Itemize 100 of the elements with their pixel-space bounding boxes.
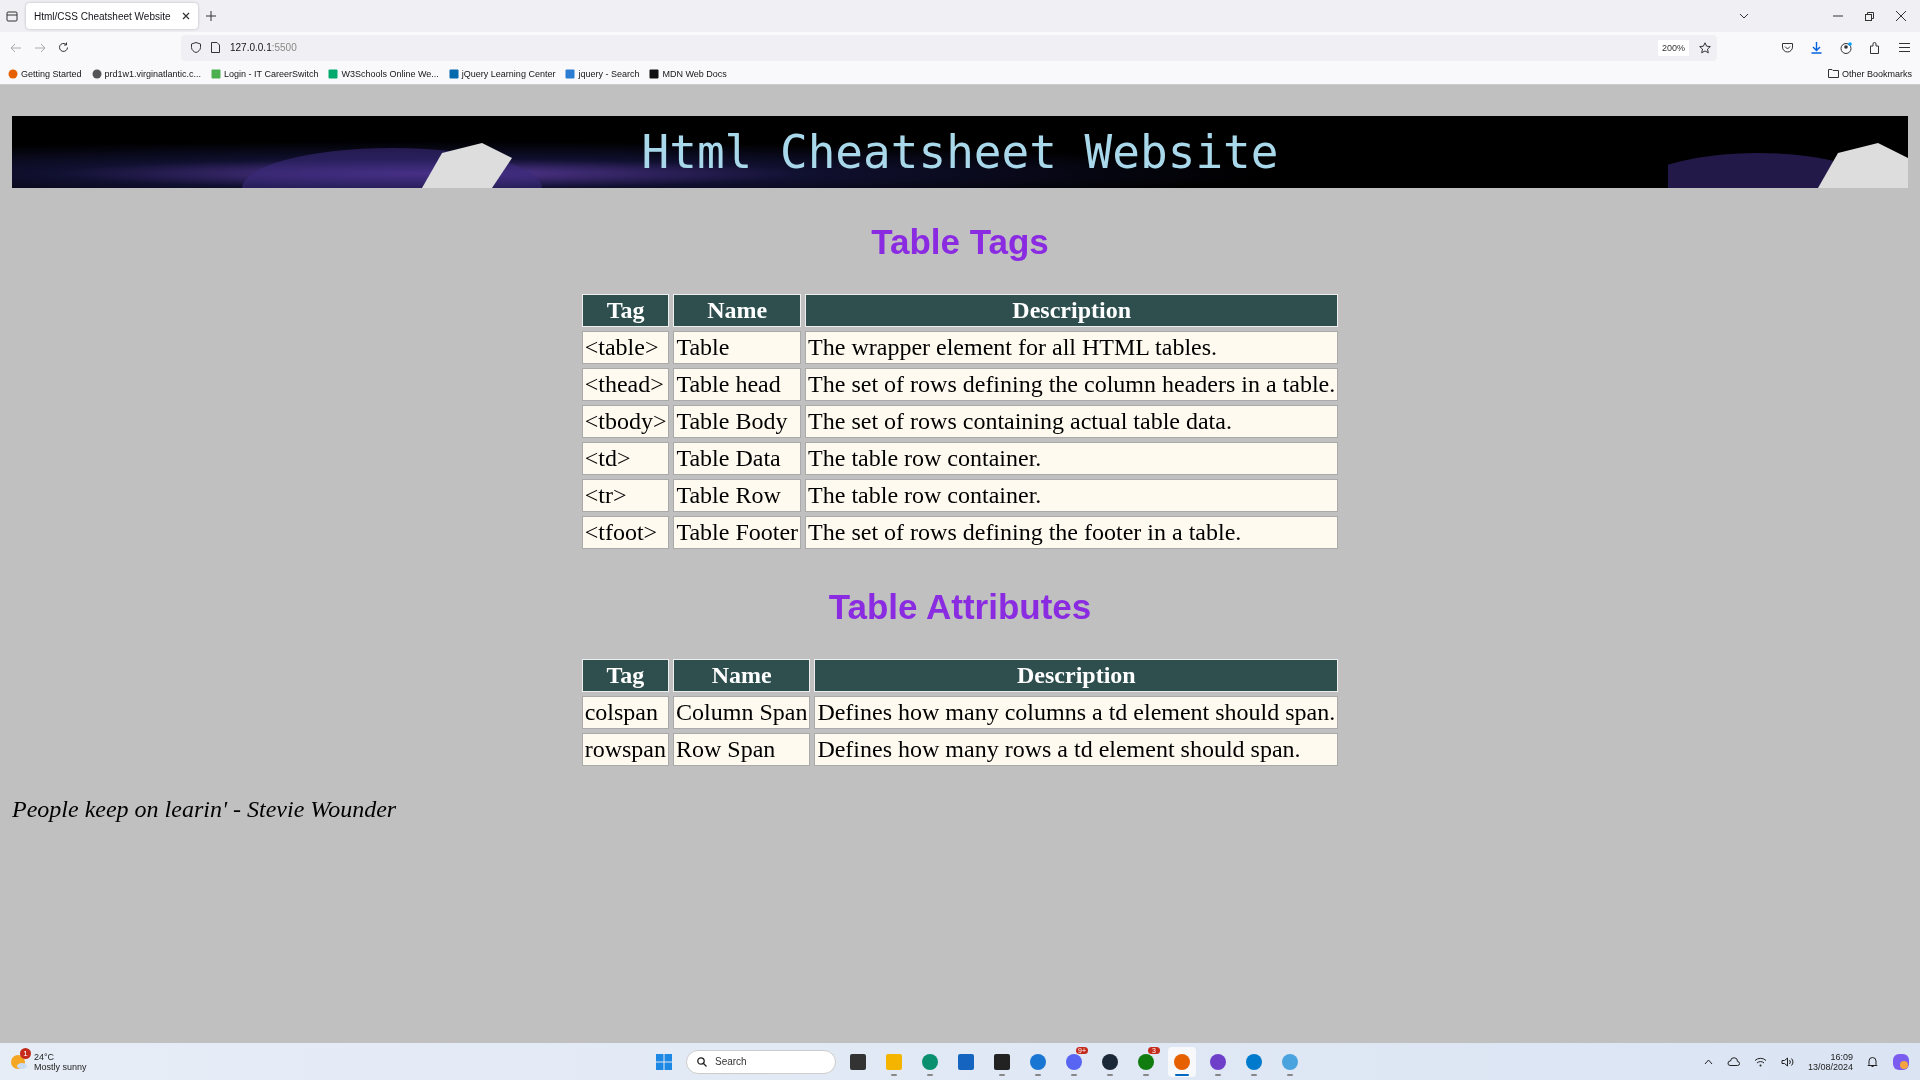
app-icon — [1209, 1052, 1227, 1071]
running-indicator — [1287, 1073, 1293, 1076]
wifi-icon[interactable] — [1753, 1056, 1767, 1067]
app-icon — [1245, 1052, 1263, 1071]
table-cell: Table head — [673, 368, 802, 401]
column-header: Description — [814, 659, 1339, 692]
app-icon — [957, 1052, 975, 1071]
bookmark-icon — [328, 68, 339, 79]
column-header: Tag — [581, 294, 670, 327]
browser-tab[interactable]: Html/CSS Cheatsheet Website — [26, 3, 198, 29]
app-icon — [1281, 1052, 1299, 1071]
table-cell: The wrapper element for all HTML tables. — [805, 331, 1339, 364]
bookmark-item[interactable]: MDN Web Docs — [649, 68, 727, 79]
table-cell: <tbody> — [581, 405, 670, 438]
temperature-text: 24°C — [34, 1051, 56, 1062]
app-icon — [1065, 1052, 1083, 1071]
table-cell: colspan — [581, 696, 670, 729]
table-cell: Table Body — [673, 405, 802, 438]
table-cell: The table row container. — [805, 479, 1339, 512]
table-cell: Column Span — [673, 696, 811, 729]
table-cell: Table — [673, 331, 802, 364]
search-field[interactable]: Search — [686, 1049, 836, 1074]
clock[interactable]: 16:09 13/08/2024 — [1807, 1051, 1853, 1072]
app-icon — [655, 1052, 673, 1071]
chevron-down-icon[interactable] — [1739, 13, 1749, 19]
search-icon — [697, 1056, 707, 1067]
app-icon — [1101, 1052, 1119, 1071]
table-cell: The table row container. — [805, 442, 1339, 475]
bookmark-icon — [8, 68, 18, 79]
table-cell: Table Footer — [673, 516, 802, 549]
notification-badge: 1 — [20, 1047, 31, 1059]
menu-icon[interactable] — [1899, 43, 1910, 52]
bookmark-icon — [565, 68, 576, 79]
copilot-icon[interactable] — [1892, 1052, 1910, 1071]
bookmark-label[interactable]: jquery - Search — [578, 68, 640, 79]
tab-list-icon[interactable] — [6, 10, 18, 22]
url-text: 127.0.0.1:5500 — [230, 42, 297, 53]
running-indicator — [1251, 1073, 1257, 1076]
bookmark-icon — [649, 68, 660, 79]
app-icon — [921, 1052, 939, 1071]
chevron-up-icon[interactable] — [1703, 1058, 1713, 1065]
bookmark-folder[interactable]: Other Bookmarks — [1827, 68, 1912, 79]
table-cell: Defines how many rows a td element should span. — [814, 733, 1339, 766]
weather-text: Mostly sunny — [34, 1061, 87, 1072]
new-tab-icon[interactable] — [206, 11, 216, 21]
sun-cloud-icon[interactable] — [10, 1052, 28, 1071]
table-cell: Table Data — [673, 442, 802, 475]
running-indicator — [999, 1073, 1005, 1076]
app-icon — [1029, 1052, 1047, 1071]
column-header: Tag — [581, 659, 670, 692]
page-icon — [211, 42, 220, 53]
table-cell: The set of rows defining the footer in a table. — [805, 516, 1339, 549]
app-icon — [993, 1052, 1011, 1071]
pocket-icon[interactable] — [1782, 42, 1793, 53]
running-indicator — [1175, 1073, 1189, 1076]
running-indicator — [1035, 1073, 1041, 1076]
bookmark-item[interactable]: Getting Started — [8, 68, 82, 79]
running-indicator — [1215, 1073, 1221, 1076]
section-heading: Table Tags — [870, 222, 1050, 262]
table-cell: <td> — [581, 442, 670, 475]
table-cell: Table Row — [673, 479, 802, 512]
restore-icon[interactable] — [1865, 11, 1874, 21]
speaker-icon[interactable] — [1780, 1056, 1794, 1067]
app-icon — [885, 1052, 903, 1071]
table-cell: The set of rows containing actual table data. — [805, 405, 1339, 438]
app-icon — [1137, 1052, 1155, 1071]
column-header: Description — [805, 294, 1339, 327]
close-icon[interactable] — [1896, 11, 1906, 21]
bookmark-icon — [211, 68, 222, 79]
reload-icon[interactable] — [58, 42, 69, 53]
table-cell: <thead> — [581, 368, 670, 401]
bookmark-label[interactable]: Other Bookmarks — [1841, 68, 1912, 79]
zoom-level[interactable]: 200% — [1657, 39, 1689, 56]
running-indicator — [1107, 1073, 1113, 1076]
table-cell: <table> — [581, 331, 670, 364]
table-cell: Row Span — [673, 733, 811, 766]
star-icon[interactable] — [1699, 41, 1711, 54]
bell-icon[interactable] — [1867, 1055, 1878, 1068]
extensions-icon[interactable] — [1870, 41, 1881, 54]
running-indicator — [1071, 1073, 1077, 1076]
app-icon — [849, 1052, 867, 1071]
bookmark-label[interactable]: MDN Web Docs — [662, 68, 727, 79]
running-indicator — [891, 1073, 897, 1076]
download-icon[interactable] — [1811, 41, 1822, 54]
bookmark-label[interactable]: Getting Started — [21, 68, 82, 79]
bookmark-icon — [91, 68, 102, 79]
bookmark-item[interactable]: jquery - Search — [565, 68, 640, 79]
folder-icon — [1827, 69, 1839, 78]
table-cell: Defines how many columns a td element should span. — [814, 696, 1339, 729]
account-icon[interactable] — [1840, 41, 1852, 54]
banner-title: Html Cheatsheet Website — [641, 125, 1279, 179]
bookmark-icon — [448, 68, 459, 79]
shield-icon[interactable] — [191, 42, 201, 53]
table-cell: rowspan — [581, 733, 670, 766]
cloud-icon[interactable] — [1726, 1057, 1740, 1066]
column-header: Name — [673, 294, 802, 327]
address-bar[interactable]: 127.0.0.1:5500 200% — [181, 34, 1717, 61]
running-indicator — [927, 1073, 933, 1076]
close-icon[interactable] — [182, 12, 190, 20]
column-header: Name — [673, 659, 811, 692]
